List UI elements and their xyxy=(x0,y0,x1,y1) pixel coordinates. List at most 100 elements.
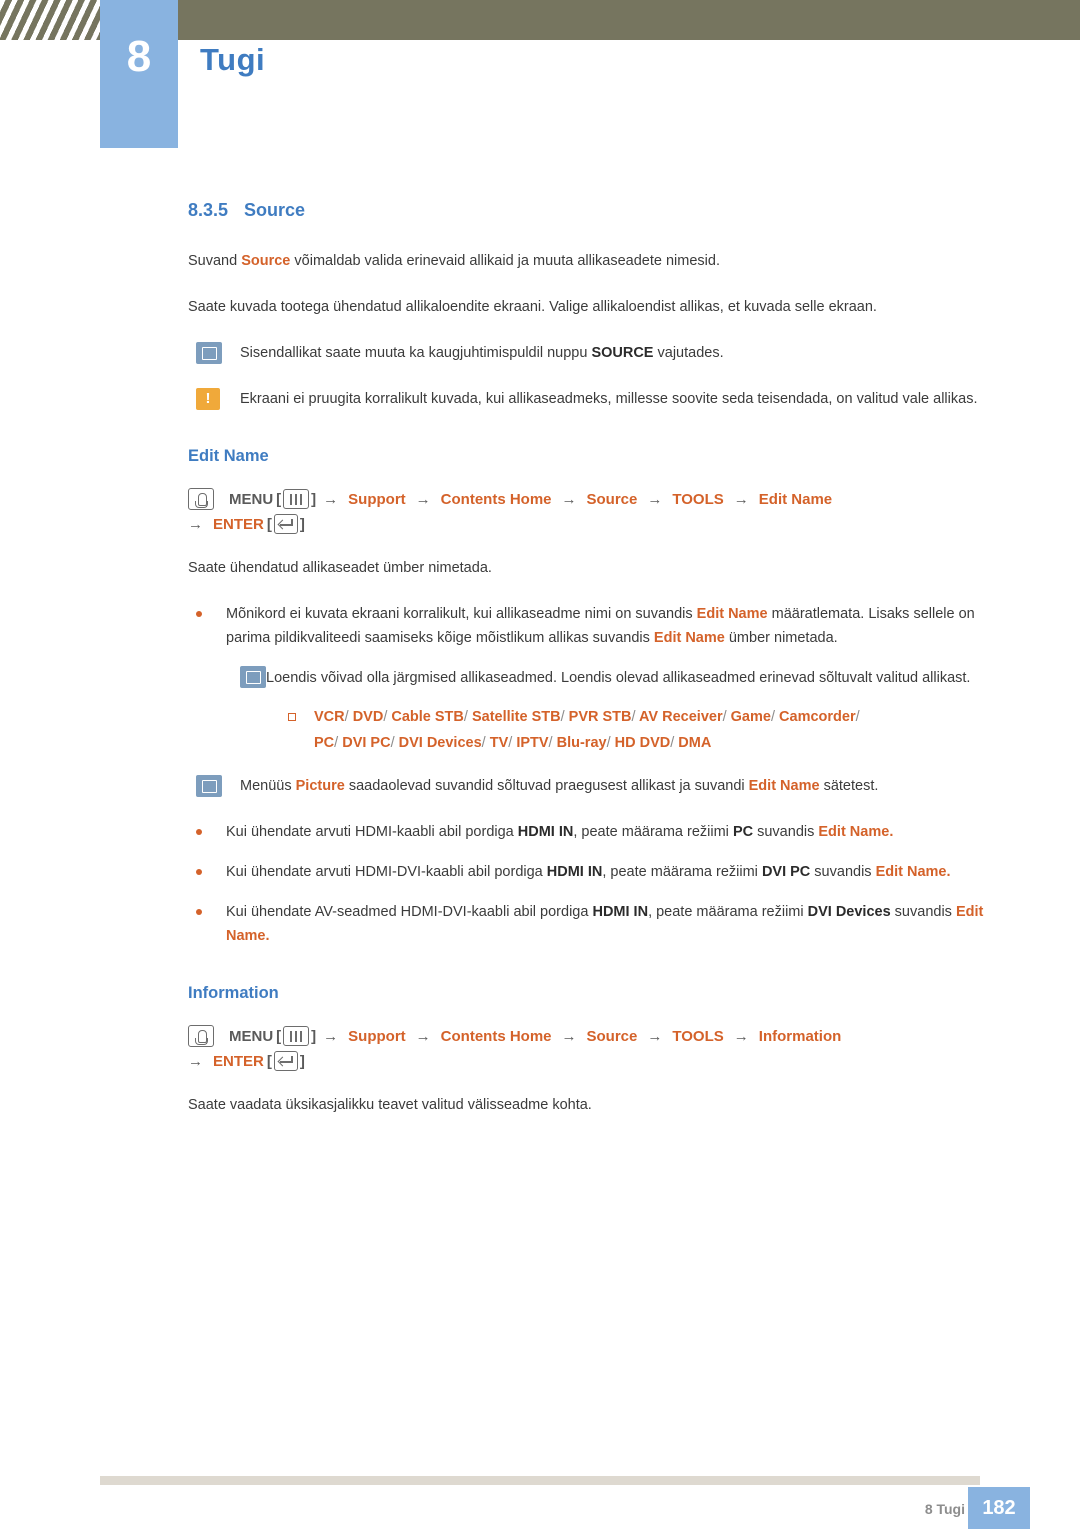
sep-14: / xyxy=(606,735,611,751)
device-tv: TV xyxy=(489,735,509,751)
arrow-12: → xyxy=(188,1052,203,1070)
bullet-row-2: Kui ühendate arvuti HDMI-kaabli abil por… xyxy=(188,820,1008,844)
device-satellite-stb: Satellite STB xyxy=(471,709,561,725)
bracket-close-1: ] xyxy=(311,490,317,508)
path-item-contents-home: Contents Home xyxy=(440,490,552,508)
section-title: Source xyxy=(244,200,306,220)
edit-name-description: Saate ühendatud allikaseadet ümber nimet… xyxy=(188,560,492,576)
subheading-edit-name: Edit Name xyxy=(188,447,269,465)
bracket-close-3: ] xyxy=(311,1027,317,1045)
bullet-dot-icon-3 xyxy=(196,869,202,875)
b1-editname-2: Edit Name xyxy=(653,630,725,646)
n2-c: saadaolevad suvandid sõltuvad praegusest… xyxy=(344,778,749,794)
bullet-dot-icon xyxy=(196,611,202,617)
sep-15: / xyxy=(670,735,675,751)
path-item-support: Support xyxy=(348,490,406,508)
bullet-row-4: Kui ühendate AV-seadmed HDMI-DVI-kaabli … xyxy=(188,900,1008,948)
bullet-dot-icon-2 xyxy=(196,829,202,835)
b3-e: suvandis xyxy=(810,864,876,880)
note-row-2: Menüüs Picture saadaolevad suvandid sõlt… xyxy=(188,774,1008,798)
bullet-row-1: Mõnikord ei kuvata ekraani korralikult, … xyxy=(188,602,1008,650)
b2-e: suvandis xyxy=(753,824,819,840)
intro-paragraph-1: Suvand Source võimaldab valida erinevaid… xyxy=(188,249,1008,273)
device-game: Game xyxy=(730,709,771,725)
menu-key-label: MENU xyxy=(229,490,274,508)
warning-glyph: ! xyxy=(196,388,220,410)
b1-editname-1: Edit Name xyxy=(696,606,768,622)
menu-key-label-2: MENU xyxy=(229,1027,274,1045)
sep-7: / xyxy=(770,709,775,725)
footer-chapter-label: 8 Tugi xyxy=(924,1501,965,1517)
n2-picture: Picture xyxy=(295,778,345,794)
device-vcr: VCR xyxy=(314,709,345,725)
device-list-text: VCR/ DVD/ Cable STB/ Satellite STB/ PVR … xyxy=(314,704,860,756)
bracket-open-2: [ xyxy=(266,515,272,533)
n2-e: sätetest. xyxy=(819,778,879,794)
bracket-close-2: ] xyxy=(299,515,305,533)
bullet-text-4: Kui ühendate AV-seadmed HDMI-DVI-kaabli … xyxy=(226,900,1008,948)
device-dma: DMA xyxy=(678,735,712,751)
b2-c: , peate määrama režiimi xyxy=(573,824,733,840)
note-icon xyxy=(196,342,222,364)
b4-hdmi-in: HDMI IN xyxy=(592,904,649,920)
note-text-2: Menüüs Picture saadaolevad suvandid sõlt… xyxy=(240,774,1008,798)
b4-dvi-devices: DVI Devices xyxy=(807,904,891,920)
device-av-receiver: AV Receiver xyxy=(639,709,723,725)
nested-note-text: Loendis võivad olla järgmised allikasead… xyxy=(266,670,971,686)
b3-editname: Edit Name xyxy=(875,864,947,880)
hand-pointer-icon-2 xyxy=(188,1025,214,1047)
intro-p1-source: Source xyxy=(241,253,291,269)
sep-13: / xyxy=(548,735,553,751)
device-camcorder: Camcorder xyxy=(779,709,856,725)
sep-12: / xyxy=(508,735,513,751)
header-stripe-pattern xyxy=(0,0,108,40)
arrow-5: → xyxy=(733,490,749,508)
information-description: Saate vaadata üksikasjalikku teavet vali… xyxy=(188,1097,592,1113)
arrow-10: → xyxy=(647,1027,663,1045)
menu-path-edit-name: MENU [ ] → Support → Contents Home → Sou… xyxy=(188,488,1008,510)
b1-e: ümber nimetada. xyxy=(724,630,838,646)
device-iptv: IPTV xyxy=(516,735,549,751)
bullet-text-1: Mõnikord ei kuvata ekraani korralikult, … xyxy=(226,602,1008,650)
enter-button-icon-2 xyxy=(273,1051,298,1071)
warning-row-1: ! Ekraani ei pruugita korralikult kuvada… xyxy=(188,387,1008,411)
b3-c: , peate määrama režiimi xyxy=(602,864,762,880)
sep-8: / xyxy=(855,709,860,725)
menu-path-information-enter: → ENTER [ ] xyxy=(188,1051,1008,1071)
bracket-open-1: [ xyxy=(276,490,282,508)
b1-a: Mõnikord ei kuvata ekraani korralikult, … xyxy=(226,606,697,622)
b4-e: suvandis xyxy=(890,904,956,920)
b2-pc: PC xyxy=(732,824,754,840)
sep-4: / xyxy=(560,709,565,725)
sep-9: / xyxy=(334,735,339,751)
device-bluray: Blu-ray xyxy=(556,735,607,751)
path2-item-information: Information xyxy=(758,1027,842,1045)
path-item-source: Source xyxy=(586,490,638,508)
device-dvi-pc: DVI PC xyxy=(342,735,391,751)
arrow-6: → xyxy=(188,515,203,533)
arrow-4: → xyxy=(647,490,663,508)
note-icon-2 xyxy=(196,775,222,797)
sep-10: / xyxy=(390,735,395,751)
b3-a: Kui ühendate arvuti HDMI-DVI-kaabli abil… xyxy=(226,864,547,880)
menu-button-icon xyxy=(283,489,310,509)
device-cable-stb: Cable STB xyxy=(391,709,464,725)
b3-hdmi-in: HDMI IN xyxy=(546,864,603,880)
footer-rule xyxy=(100,1476,980,1485)
page-content: 8.3.5 Source Suvand Source võimaldab vali… xyxy=(188,200,1008,1139)
b2-hdmi-in: HDMI IN xyxy=(517,824,574,840)
bullet-dot-icon-4 xyxy=(196,909,202,915)
menu-path-information: MENU [ ] → Support → Contents Home → Sou… xyxy=(188,1025,1008,1047)
warning-icon: ! xyxy=(196,388,222,410)
device-list-block: VCR/ DVD/ Cable STB/ Satellite STB/ PVR … xyxy=(288,704,1008,756)
note1-c: vajutades. xyxy=(653,345,724,361)
bracket-open-4: [ xyxy=(266,1052,272,1070)
arrow-8: → xyxy=(415,1027,431,1045)
b3-g: . xyxy=(946,864,951,880)
path2-item-support: Support xyxy=(348,1027,406,1045)
intro-paragraph-2: Saate kuvada tootega ühendatud allikaloe… xyxy=(188,299,877,315)
menu-path-edit-name-enter: → ENTER [ ] xyxy=(188,514,1008,534)
path2-item-tools: TOOLS xyxy=(672,1027,724,1045)
chapter-title: Tugi xyxy=(200,42,266,77)
section-number: 8.3.5 xyxy=(188,200,229,220)
